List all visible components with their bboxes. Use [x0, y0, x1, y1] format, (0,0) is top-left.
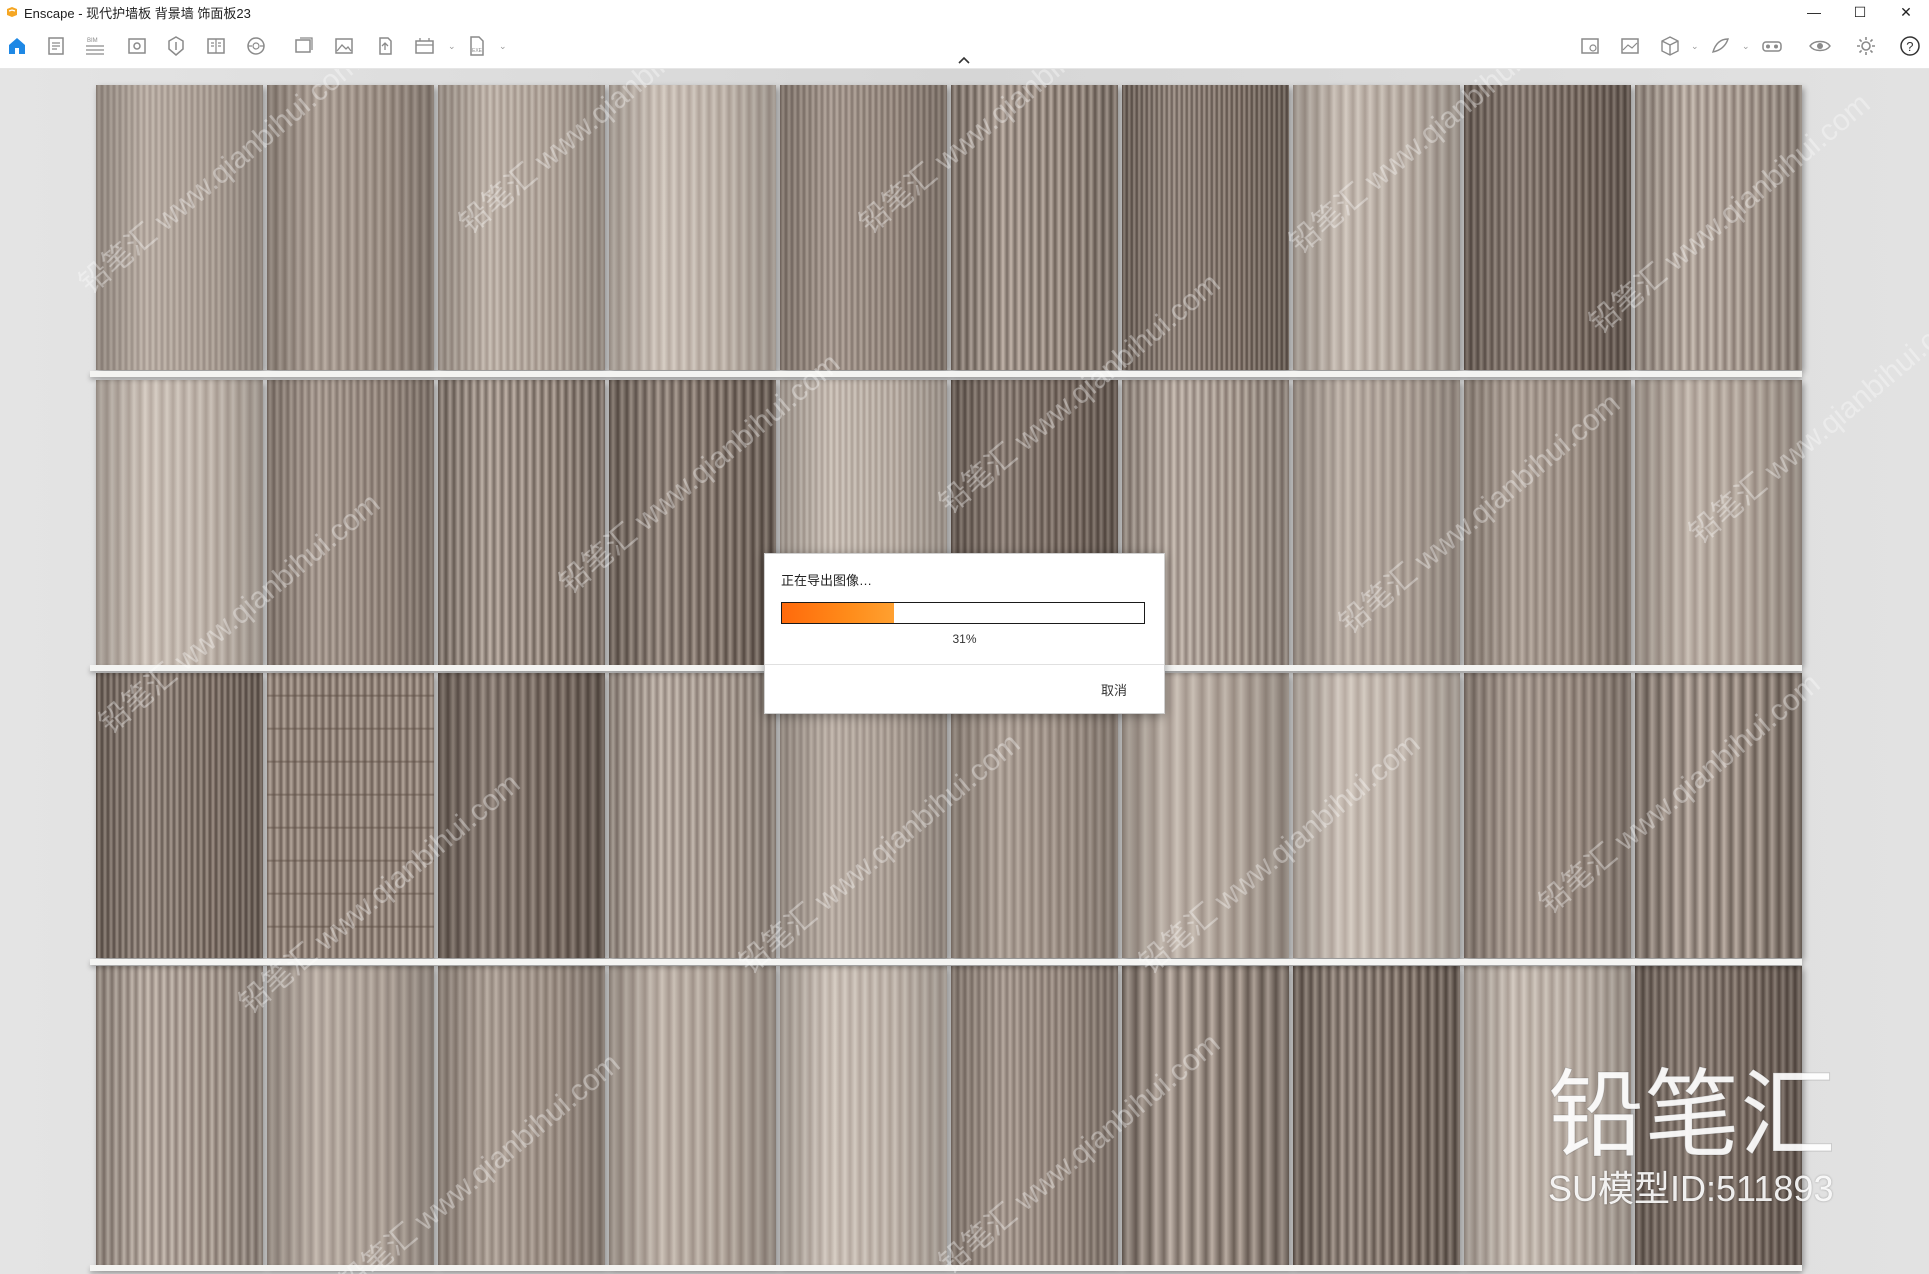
shelf-ledge [90, 959, 1802, 965]
feedback-icon[interactable] [1708, 34, 1732, 58]
wall-panel [438, 673, 605, 958]
wall-panel [438, 966, 605, 1266]
dialog-message: 正在导出图像… [781, 573, 873, 588]
wall-panel [96, 85, 263, 370]
wall-panel [780, 673, 947, 958]
export-progress-dialog: 正在导出图像… 31% 取消 [764, 553, 1165, 714]
brand-logo: 铅笔汇 [1548, 1059, 1837, 1159]
wall-panel [1635, 85, 1802, 370]
views-icon[interactable] [125, 34, 149, 58]
wall-panel [609, 673, 776, 958]
wall-panel [1464, 673, 1631, 958]
wall-panel [96, 966, 263, 1266]
wall-panel [951, 85, 1118, 370]
wall-panel [951, 966, 1118, 1266]
wall-panel [1293, 380, 1460, 665]
settings-panel-icon[interactable] [1578, 34, 1602, 58]
bim-icon[interactable]: BIM [83, 34, 107, 58]
chevron-down-icon[interactable]: ⌄ [448, 42, 456, 51]
shelf-ledge [90, 1265, 1802, 1271]
progress-percent: 31% [952, 632, 977, 646]
svg-text:铅笔汇: 铅笔汇 [1548, 1059, 1836, 1158]
chevron-down-icon[interactable]: ⌄ [1742, 42, 1750, 51]
wall-panel [1464, 85, 1631, 370]
wall-panel [1293, 673, 1460, 958]
wall-panel [438, 85, 605, 370]
wall-panel [1635, 380, 1802, 665]
wall-panel [780, 85, 947, 370]
batch-render-icon[interactable] [292, 34, 316, 58]
enscape-logo-icon [7, 7, 17, 17]
cancel-button[interactable]: 取消 [1101, 680, 1127, 699]
wall-panel [1464, 380, 1631, 665]
progress-bar [781, 602, 1145, 624]
wall-panel [1635, 673, 1802, 958]
chevron-down-icon[interactable]: ⌄ [1691, 42, 1699, 51]
svg-text:?: ? [1906, 39, 1913, 54]
upload-icon[interactable] [373, 34, 397, 58]
visual-settings-icon[interactable] [1618, 34, 1642, 58]
export-icon[interactable]: EXE [465, 34, 489, 58]
gear-icon[interactable] [1854, 34, 1878, 58]
wall-panel [1122, 85, 1289, 370]
panorama-icon[interactable] [244, 34, 268, 58]
wall-panel [267, 380, 434, 665]
wall-panel [609, 966, 776, 1266]
wall-panel [267, 85, 434, 370]
title-bar: Enscape - 现代护墙板 背景墙 饰面板23 — ☐ ✕ [0, 0, 1929, 24]
wall-panel [1293, 85, 1460, 370]
wall-panel [951, 673, 1118, 958]
shelf-ledge [90, 371, 1802, 377]
render-icon[interactable] [413, 34, 437, 58]
collapse-toolbar-icon[interactable] [957, 54, 971, 66]
eye-icon[interactable] [1808, 34, 1832, 58]
cube-icon[interactable] [1658, 34, 1682, 58]
home-icon[interactable] [5, 34, 29, 58]
close-button[interactable]: ✕ [1883, 0, 1929, 24]
wall-panel [780, 966, 947, 1266]
svg-text:EXE: EXE [472, 48, 483, 54]
asset-library-icon[interactable] [164, 34, 188, 58]
progress-fill [782, 603, 895, 623]
wall-panel [609, 380, 776, 665]
wall-panel [267, 673, 434, 958]
chevron-down-icon[interactable]: ⌄ [499, 42, 507, 51]
wall-panel [1122, 673, 1289, 958]
help-icon[interactable]: ? [1898, 34, 1922, 58]
wall-panel [267, 966, 434, 1266]
maximize-button[interactable]: ☐ [1837, 0, 1883, 24]
wall-panel [1122, 966, 1289, 1266]
wall-panel [438, 380, 605, 665]
minimize-button[interactable]: — [1791, 0, 1837, 24]
split-view-icon[interactable] [204, 34, 228, 58]
model-id-text: SU模型ID:511893 [1548, 1168, 1834, 1209]
wall-panel [96, 673, 263, 958]
svg-text:BIM: BIM [87, 38, 98, 44]
window-title: Enscape - 现代护墙板 背景墙 饰面板23 [24, 5, 251, 21]
dialog-divider [765, 664, 1164, 665]
wall-panel [609, 85, 776, 370]
wall-panel [96, 380, 263, 665]
image-icon[interactable] [332, 34, 356, 58]
vr-icon[interactable] [1760, 34, 1784, 58]
wall-panel [1293, 966, 1460, 1266]
document-icon[interactable] [44, 34, 68, 58]
